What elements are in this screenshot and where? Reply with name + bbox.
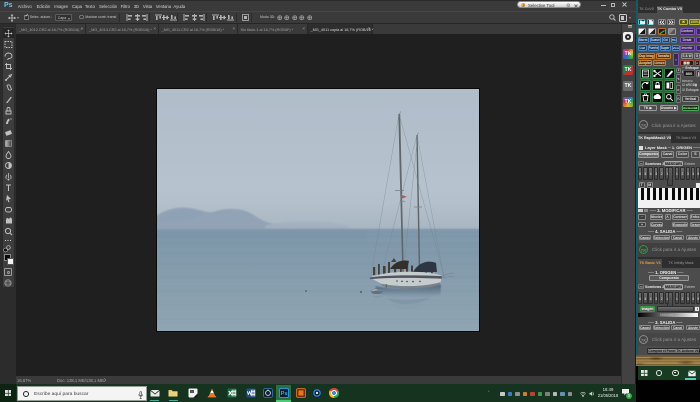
svg-text:Ps: Ps xyxy=(280,391,287,397)
